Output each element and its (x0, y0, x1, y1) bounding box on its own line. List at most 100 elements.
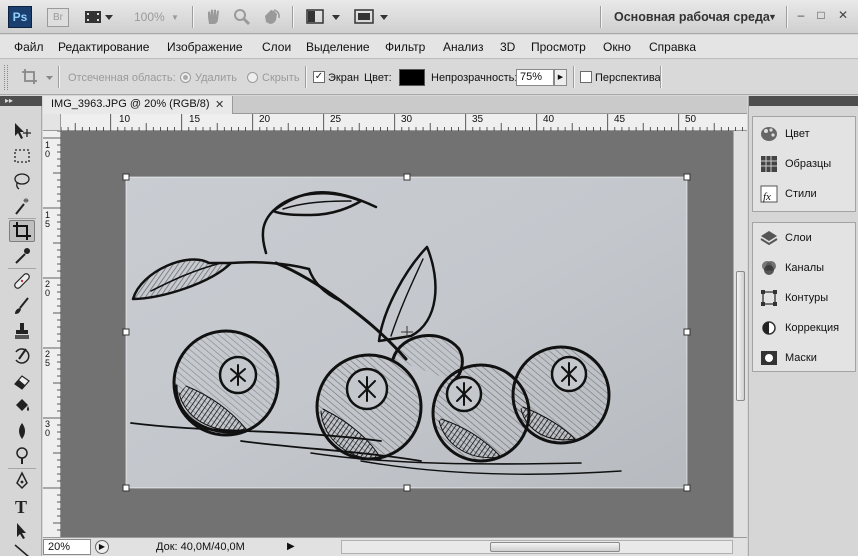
blur-tool-icon[interactable] (9, 420, 35, 442)
chevron-down-icon[interactable]: ▼ (768, 12, 777, 22)
document-canvas[interactable] (61, 131, 733, 537)
paint-bucket-tool-icon[interactable] (9, 395, 35, 417)
panel-item-channels[interactable]: Каналы (753, 254, 855, 282)
paths-icon (760, 289, 778, 307)
ruler-label: 10 (119, 114, 131, 125)
ruler-label: 45 (614, 114, 626, 125)
document-tab[interactable]: IMG_3963.JPG @ 20% (RGB/8) ✕ (43, 96, 233, 114)
options-grip[interactable] (4, 65, 8, 90)
screen-checkbox[interactable]: ✓ (313, 71, 325, 83)
lasso-tool-icon[interactable] (9, 170, 35, 192)
hide-radio[interactable] (247, 72, 258, 83)
document-tab-title: IMG_3963.JPG @ 20% (RGB/8) (51, 98, 210, 110)
screen-label: Экран (328, 72, 360, 84)
vertical-scroll-thumb[interactable] (736, 271, 745, 401)
masks-icon (760, 349, 778, 367)
close-icon[interactable]: ✕ (215, 98, 224, 111)
panel-item-adjustments[interactable]: Коррекция (753, 314, 855, 342)
swatches-icon (760, 155, 778, 173)
crop-tool-preset-icon[interactable] (20, 67, 56, 90)
panel-item-masks[interactable]: Маски (753, 344, 855, 372)
zoom-icon[interactable] (233, 8, 251, 26)
hand-icon[interactable] (204, 8, 222, 26)
menu-window[interactable]: Окно (603, 40, 631, 54)
menu-image[interactable]: Изображение (167, 40, 243, 54)
clone-stamp-tool-icon[interactable] (9, 320, 35, 342)
ruler-label: 20 (259, 114, 271, 125)
panel-item-paths[interactable]: Контуры (753, 284, 855, 312)
ruler-label: 2 5 (45, 349, 51, 368)
ruler-label: 15 (189, 114, 201, 125)
ruler-label: 30 (401, 114, 413, 125)
status-bar: 20% ▶ Док: 40,0M/40,0M ▶ (43, 537, 747, 556)
panel-item-swatches[interactable]: Образцы (753, 150, 855, 178)
perspective-checkbox[interactable] (580, 71, 592, 83)
menu-3d[interactable]: 3D (500, 40, 515, 54)
opacity-input[interactable]: 75% (516, 69, 554, 86)
status-info-icon[interactable]: ▶ (95, 540, 109, 554)
crop-tool-icon[interactable] (9, 220, 35, 242)
healing-brush-tool-icon[interactable] (9, 270, 35, 292)
maximize-icon[interactable]: □ (814, 8, 828, 22)
menu-edit[interactable]: Редактирование (58, 40, 149, 54)
workspace-switcher[interactable]: Основная рабочая среда (614, 10, 770, 24)
shield-color-swatch[interactable] (399, 69, 425, 86)
arrange-documents-icon[interactable] (306, 8, 342, 26)
minimize-icon[interactable]: – (794, 8, 808, 22)
zoom-input[interactable]: 20% (43, 539, 91, 555)
separator (660, 66, 661, 88)
vertical-ruler[interactable]: 1 0 1 5 2 0 2 5 3 0 (43, 131, 61, 537)
panel-item-styles[interactable]: fx Стили (753, 180, 855, 208)
path-selection-tool-icon[interactable] (9, 520, 35, 542)
menu-help[interactable]: Справка (649, 40, 696, 54)
type-tool-icon[interactable]: T (9, 495, 35, 517)
panel-item-layers[interactable]: Слои (753, 224, 855, 252)
perspective-label: Перспектива (595, 72, 661, 84)
bridge-button[interactable]: Br (47, 8, 69, 27)
separator (292, 6, 293, 28)
move-tool-icon[interactable] (9, 120, 35, 142)
svg-text:fx: fx (763, 191, 771, 203)
horizontal-scroll-thumb[interactable] (490, 542, 620, 552)
canvas-area[interactable] (61, 131, 733, 537)
panel-item-color[interactable]: Цвет (753, 120, 855, 148)
marquee-tool-icon[interactable] (9, 145, 35, 167)
status-menu-arrow-icon[interactable]: ▶ (287, 541, 295, 552)
delete-radio[interactable] (180, 72, 191, 83)
options-bar: Отсеченная область: Удалить Скрыть ✓ Экр… (0, 60, 858, 95)
menu-filter[interactable]: Фильтр (385, 40, 425, 54)
pen-tool-icon[interactable] (9, 470, 35, 492)
menu-view[interactable]: Просмотр (531, 40, 586, 54)
separator (192, 6, 193, 28)
vertical-scrollbar[interactable] (733, 131, 747, 537)
opacity-slider-arrow-icon[interactable]: ▶ (554, 69, 567, 86)
line-tool-icon[interactable] (9, 540, 35, 556)
ruler-label: 1 0 (45, 140, 51, 159)
panel-group-layers: Слои Каналы Контуры Коррекция Маски (752, 222, 856, 372)
menu-file[interactable]: Файл (14, 40, 44, 54)
dodge-tool-icon[interactable] (9, 445, 35, 467)
panel-dock-header[interactable] (749, 96, 858, 106)
document-tab-bar: IMG_3963.JPG @ 20% (RGB/8) ✕ (43, 96, 747, 114)
menu-analysis[interactable]: Анализ (443, 40, 484, 54)
magic-wand-tool-icon[interactable] (9, 195, 35, 217)
screen-mode-icon[interactable] (354, 8, 390, 26)
layers-icon (760, 229, 778, 247)
menu-select[interactable]: Выделение (306, 40, 370, 54)
ruler-origin[interactable] (43, 114, 61, 131)
eyedropper-tool-icon[interactable] (9, 245, 35, 267)
horizontal-ruler[interactable]: 10 15 20 25 30 35 40 45 50 (61, 114, 747, 131)
close-icon[interactable]: ✕ (836, 8, 850, 22)
separator (600, 6, 601, 28)
separator (786, 6, 787, 28)
brush-tool-icon[interactable] (9, 295, 35, 317)
zoom-level-select[interactable]: 100% (134, 10, 165, 24)
eraser-tool-icon[interactable] (9, 370, 35, 392)
horizontal-scrollbar[interactable] (341, 540, 733, 554)
rotate-view-icon[interactable] (262, 8, 282, 26)
zoom-dropdown-arrow-icon[interactable]: ▼ (171, 13, 179, 31)
separator (573, 66, 574, 88)
film-icon[interactable] (84, 8, 114, 26)
menu-layers[interactable]: Слои (262, 40, 291, 54)
history-brush-tool-icon[interactable] (9, 345, 35, 367)
